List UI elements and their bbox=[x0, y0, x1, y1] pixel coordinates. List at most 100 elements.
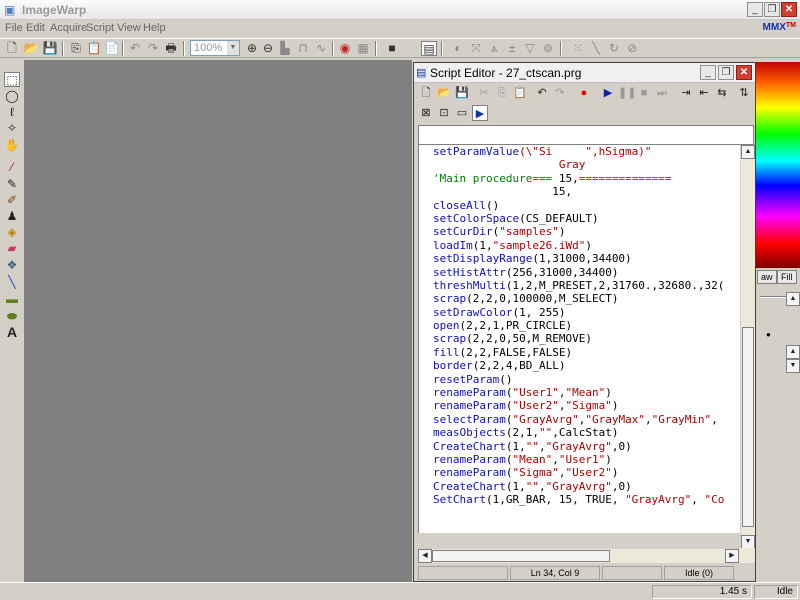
app-minimize-button[interactable]: _ bbox=[747, 2, 763, 17]
editor-close-button[interactable]: ✕ bbox=[736, 65, 752, 80]
outdent-icon[interactable]: ⇤ bbox=[696, 85, 712, 101]
command-input[interactable] bbox=[418, 125, 754, 145]
spin-up-icon[interactable]: ▲ bbox=[786, 292, 800, 306]
script-editor-icon[interactable]: ▤ bbox=[421, 41, 437, 56]
spray-icon[interactable]: ❖ bbox=[4, 258, 20, 273]
grid-icon[interactable]: ▦ bbox=[355, 41, 371, 56]
run-window-icon[interactable]: ▶ bbox=[472, 105, 488, 121]
export-icon[interactable]: ⊠ bbox=[418, 105, 434, 121]
code-token: (1, bbox=[505, 479, 526, 493]
new-script-icon[interactable]: 🗋 bbox=[418, 85, 434, 101]
brush-icon[interactable]: ✐ bbox=[4, 193, 20, 208]
spin-up-icon[interactable]: ▲ bbox=[786, 345, 800, 359]
menu-help[interactable]: Help bbox=[143, 22, 166, 34]
copy-icon[interactable]: ⎘ bbox=[494, 85, 510, 101]
scroll-right-icon[interactable]: ▶ bbox=[725, 549, 739, 563]
stop-icon[interactable]: ■ bbox=[636, 85, 652, 101]
fill-tool-icon[interactable]: ⊘ bbox=[624, 41, 640, 56]
menu-acquire[interactable]: Acquire bbox=[50, 22, 87, 34]
editor-restore-button[interactable]: ❐ bbox=[718, 65, 734, 80]
transform-icon[interactable]: ⤧ bbox=[468, 41, 484, 56]
save-icon[interactable]: 💾 bbox=[42, 41, 58, 56]
paste-icon[interactable]: 📋 bbox=[512, 85, 528, 101]
pause-icon[interactable]: ❚❚ bbox=[618, 85, 636, 101]
stamp-icon[interactable]: ♟ bbox=[4, 209, 20, 224]
undo-icon[interactable]: ↶ bbox=[534, 85, 550, 101]
undo-icon[interactable]: ↶ bbox=[127, 41, 143, 56]
paste-new-icon[interactable]: 📄 bbox=[104, 41, 120, 56]
points-icon[interactable]: ⁙ bbox=[570, 41, 586, 56]
code-token: (2,1, bbox=[505, 426, 539, 440]
image-workspace[interactable] bbox=[24, 60, 412, 582]
editor-minimize-button[interactable]: _ bbox=[700, 65, 716, 80]
horizontal-scroll-thumb[interactable] bbox=[432, 550, 610, 562]
menu-view[interactable]: View bbox=[117, 22, 141, 34]
print-icon[interactable]: 🖶 bbox=[163, 41, 179, 56]
rotate-icon[interactable]: ↻ bbox=[606, 41, 622, 56]
new-file-icon[interactable]: 🗋 bbox=[4, 41, 20, 56]
save-script-icon[interactable]: 💾 bbox=[454, 85, 470, 101]
copy-icon[interactable]: ⎘ bbox=[68, 41, 84, 56]
rectangle-icon[interactable]: ▬ bbox=[4, 292, 20, 307]
comment-icon[interactable]: ⇆ bbox=[714, 85, 730, 101]
vertical-scroll-thumb[interactable] bbox=[742, 327, 754, 527]
tab-fill[interactable]: Fill bbox=[777, 270, 797, 284]
scroll-left-icon[interactable]: ◀ bbox=[418, 549, 432, 563]
color-palette[interactable] bbox=[756, 62, 800, 268]
open-script-icon[interactable]: 📂 bbox=[436, 85, 452, 101]
color-palette-icon[interactable]: ◉ bbox=[337, 41, 353, 56]
ellipse-icon[interactable]: ⬬ bbox=[4, 309, 20, 324]
histogram-icon[interactable]: ▙ bbox=[277, 41, 293, 56]
record-icon[interactable]: ● bbox=[576, 85, 592, 101]
horizontal-scrollbar[interactable]: ◀ ▶ bbox=[418, 548, 740, 563]
redo-icon[interactable]: ↷ bbox=[552, 85, 568, 101]
window-icon[interactable]: ▭ bbox=[454, 105, 470, 121]
cut-icon[interactable]: ✂ bbox=[476, 85, 492, 101]
profile-icon[interactable]: ⊓ bbox=[295, 41, 311, 56]
eyedropper-icon[interactable]: ⁄ bbox=[4, 160, 20, 175]
rect-select-icon[interactable]: ⬚ bbox=[4, 72, 20, 87]
measure-icon[interactable]: ⊚ bbox=[540, 41, 556, 56]
lasso-icon[interactable]: ℓ bbox=[4, 105, 20, 120]
camera-icon[interactable]: ■ bbox=[384, 41, 400, 56]
paste-icon[interactable]: 📋 bbox=[86, 41, 102, 56]
step-icon[interactable]: ⏭ bbox=[654, 85, 670, 101]
line-icon[interactable]: ╲ bbox=[4, 275, 20, 290]
ellipse-select-icon[interactable]: ◯ bbox=[4, 89, 20, 104]
code-token: CreateChart bbox=[433, 439, 506, 453]
play-icon[interactable]: ▶ bbox=[600, 85, 616, 101]
spin-down-icon[interactable]: ▼ bbox=[786, 359, 800, 373]
pencil-icon[interactable]: ✎ bbox=[4, 177, 20, 192]
filter-icon[interactable]: ▽ bbox=[522, 41, 538, 56]
morph-icon[interactable]: ⩓ bbox=[486, 41, 502, 56]
open-folder-icon[interactable]: 📂 bbox=[23, 41, 39, 56]
menu-script[interactable]: Script bbox=[86, 22, 114, 34]
line-tool-icon[interactable]: ╲ bbox=[588, 41, 604, 56]
app-close-button[interactable]: ✕ bbox=[781, 2, 797, 17]
menu-file[interactable]: File bbox=[5, 22, 23, 34]
zoom-select[interactable]: 100% ▼ bbox=[190, 40, 240, 56]
scroll-up-icon[interactable]: ▲ bbox=[741, 145, 755, 159]
sort-icon[interactable]: ⇅ bbox=[736, 85, 752, 101]
line-profile-icon[interactable]: ∿ bbox=[313, 41, 329, 56]
script-code-area[interactable]: setParamValue(\"Si ",hSigma)" Gray 'Main … bbox=[418, 145, 740, 533]
indent-icon[interactable]: ⇥ bbox=[678, 85, 694, 101]
line-width-slider[interactable] bbox=[760, 296, 788, 298]
hand-icon[interactable]: ✋ bbox=[4, 138, 20, 153]
arithmetic-icon[interactable]: ± bbox=[504, 41, 520, 56]
menu-edit[interactable]: Edit bbox=[26, 22, 45, 34]
app-restore-button[interactable]: ❐ bbox=[764, 2, 780, 17]
tab-draw[interactable]: aw bbox=[757, 270, 777, 284]
text-tool-icon[interactable]: A bbox=[4, 325, 20, 340]
eraser-icon[interactable]: ▰ bbox=[4, 241, 20, 256]
scroll-down-icon[interactable]: ▼ bbox=[741, 535, 755, 549]
chevron-down-icon[interactable]: ▼ bbox=[227, 41, 239, 55]
vertical-scrollbar[interactable]: ▲ ▼ bbox=[740, 145, 755, 550]
magic-wand-icon[interactable]: ✧ bbox=[4, 121, 20, 136]
redo-icon[interactable]: ↷ bbox=[145, 41, 161, 56]
import-icon[interactable]: ⊡ bbox=[436, 105, 452, 121]
bucket-icon[interactable]: ◈ bbox=[4, 225, 20, 240]
contrast-icon[interactable]: ◐ bbox=[450, 41, 466, 56]
zoom-in-icon[interactable]: ⊕ bbox=[244, 41, 260, 56]
zoom-out-icon[interactable]: ⊖ bbox=[260, 41, 276, 56]
